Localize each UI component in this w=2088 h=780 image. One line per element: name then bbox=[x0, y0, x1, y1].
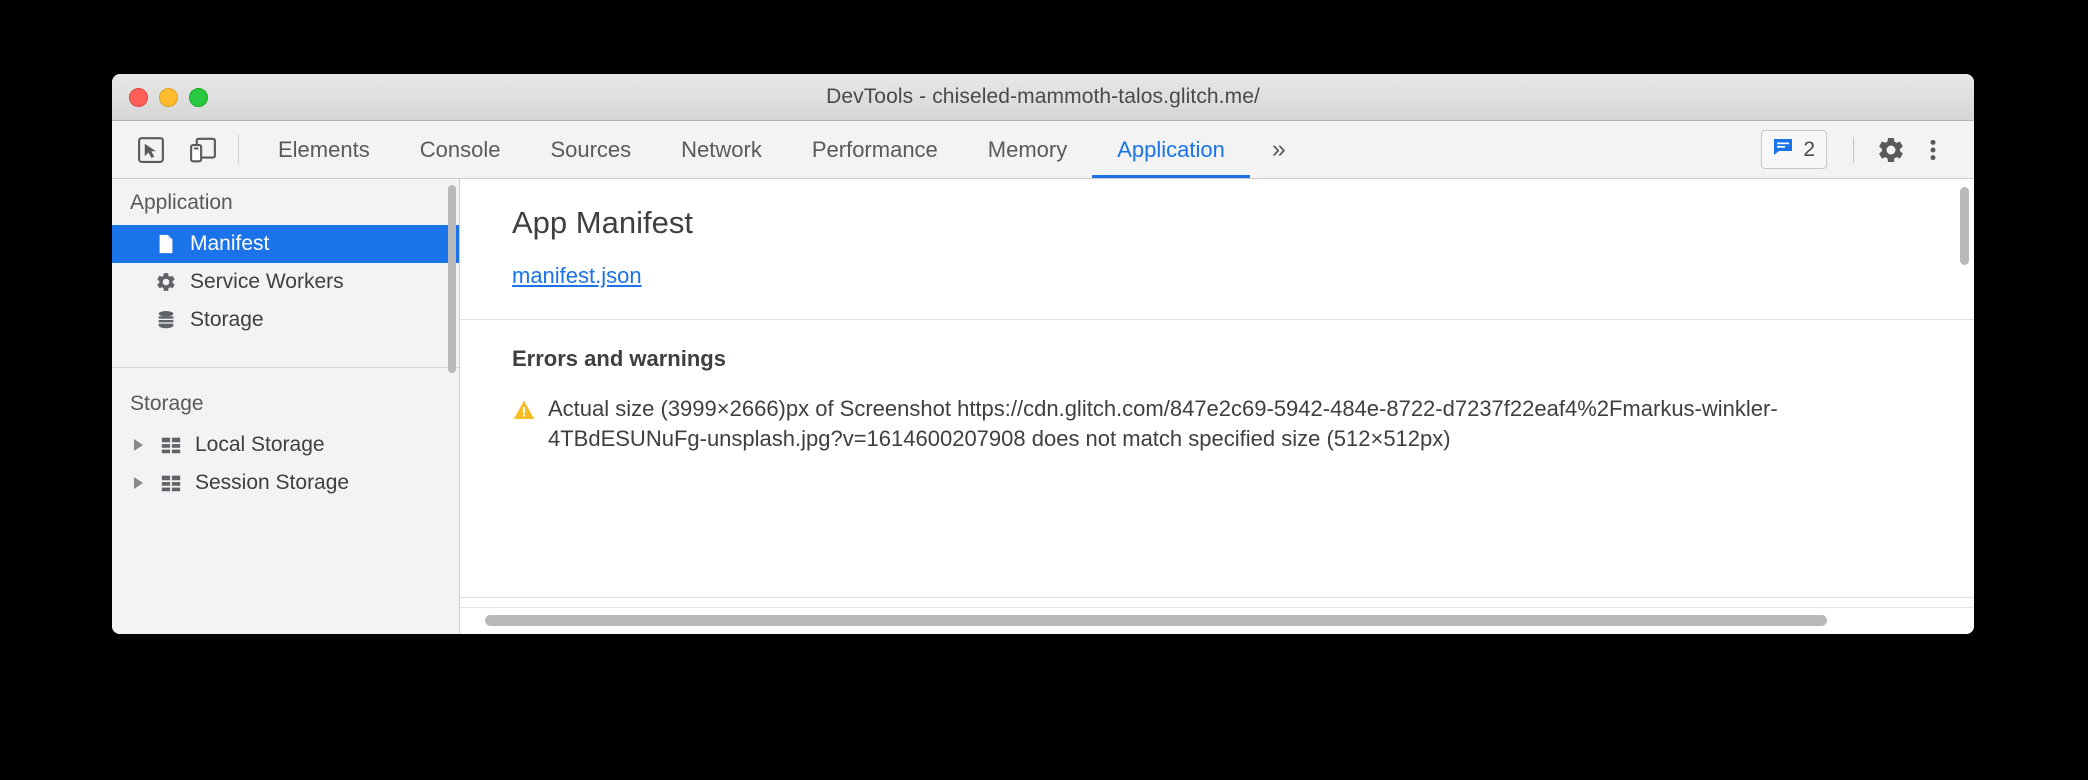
close-button[interactable] bbox=[129, 87, 148, 107]
sidebar-item-service-workers[interactable]: Service Workers bbox=[112, 263, 459, 301]
errors-warnings-block: Errors and warnings Actual size (3999×26… bbox=[460, 320, 1974, 481]
issues-badge[interactable]: 2 bbox=[1761, 130, 1827, 169]
devtools-body: Application Manifest Service Workers Sto… bbox=[112, 179, 1974, 634]
devtools-toolbar: Elements Console Sources Network Perform… bbox=[112, 121, 1974, 179]
tab-network[interactable]: Network bbox=[656, 121, 787, 178]
application-sidebar: Application Manifest Service Workers Sto… bbox=[112, 179, 460, 634]
tab-label: Network bbox=[681, 136, 762, 162]
page-title: App Manifest bbox=[512, 205, 693, 240]
sidebar-item-label: Manifest bbox=[190, 232, 270, 255]
traffic-light-group bbox=[129, 87, 208, 107]
kebab-menu-icon[interactable] bbox=[1914, 131, 1952, 169]
manifest-json-link[interactable]: manifest.json bbox=[512, 263, 642, 288]
document-icon bbox=[154, 232, 178, 256]
minimize-button[interactable] bbox=[159, 87, 178, 107]
sidebar-item-label: Service Workers bbox=[190, 270, 344, 293]
tab-console[interactable]: Console bbox=[395, 121, 526, 178]
toolbar-left-icons bbox=[112, 121, 220, 178]
toolbar-divider-right bbox=[1853, 136, 1854, 163]
manifest-header-block: App Manifest manifest.json bbox=[460, 179, 1974, 320]
table-icon bbox=[159, 433, 183, 457]
tab-elements[interactable]: Elements bbox=[253, 121, 395, 178]
tab-sources[interactable]: Sources bbox=[525, 121, 656, 178]
sidebar-scrollbar[interactable] bbox=[448, 185, 456, 373]
chevron-right-icon[interactable] bbox=[134, 477, 143, 489]
sidebar-item-label: Local Storage bbox=[195, 433, 325, 456]
main-horizontal-scrollbar-thumb[interactable] bbox=[485, 615, 1827, 626]
sidebar-item-label: Storage bbox=[190, 308, 264, 331]
errors-heading: Errors and warnings bbox=[512, 346, 726, 371]
device-toolbar-icon[interactable] bbox=[186, 133, 220, 167]
sidebar-group-storage: Storage Local Storage Session Storage bbox=[112, 367, 459, 512]
sidebar-item-local-storage[interactable]: Local Storage bbox=[112, 426, 459, 464]
tab-performance[interactable]: Performance bbox=[787, 121, 963, 178]
warning-row: Actual size (3999×2666)px of Screenshot … bbox=[512, 394, 1852, 455]
toolbar-divider bbox=[238, 135, 239, 164]
sidebar-group-title: Storage bbox=[130, 392, 204, 415]
tab-label: Memory bbox=[987, 136, 1068, 162]
manifest-panel: App Manifest manifest.json Errors and wa… bbox=[460, 179, 1974, 634]
sidebar-item-storage[interactable]: Storage bbox=[112, 301, 459, 339]
tab-memory[interactable]: Memory bbox=[963, 121, 1092, 178]
issues-count: 2 bbox=[1803, 137, 1815, 161]
window-title: DevTools - chiseled-mammoth-talos.glitch… bbox=[826, 85, 1260, 108]
panel-tabs: Elements Console Sources Network Perform… bbox=[253, 121, 1250, 178]
sidebar-group-application: Application Manifest Service Workers Sto… bbox=[112, 179, 459, 349]
tab-label: Performance bbox=[811, 136, 938, 162]
main-vertical-scrollbar[interactable] bbox=[1960, 187, 1969, 265]
inspect-element-icon[interactable] bbox=[134, 133, 168, 167]
chevron-right-icon[interactable] bbox=[134, 439, 143, 451]
window-titlebar: DevTools - chiseled-mammoth-talos.glitch… bbox=[112, 74, 1974, 121]
warning-message: Actual size (3999×2666)px of Screenshot … bbox=[548, 396, 1778, 452]
chevron-double-right-icon: » bbox=[1271, 135, 1286, 163]
table-icon bbox=[159, 471, 183, 495]
message-icon bbox=[1771, 135, 1795, 164]
tab-label: Application bbox=[1117, 136, 1225, 162]
gear-icon[interactable] bbox=[1872, 131, 1910, 169]
more-tabs-button[interactable]: » bbox=[1250, 121, 1308, 178]
sidebar-group-title: Application bbox=[130, 191, 233, 214]
toolbar-right-icons: 2 bbox=[1761, 121, 1974, 178]
sidebar-item-session-storage[interactable]: Session Storage bbox=[112, 464, 459, 502]
tab-label: Console bbox=[419, 136, 501, 162]
sidebar-item-manifest[interactable]: Manifest bbox=[112, 225, 459, 263]
main-horizontal-scrollbar-track[interactable] bbox=[460, 607, 1974, 634]
panel-divider bbox=[460, 597, 1974, 598]
database-icon bbox=[154, 308, 178, 332]
tab-label: Elements bbox=[278, 136, 370, 162]
devtools-window: DevTools - chiseled-mammoth-talos.glitch… bbox=[112, 74, 1974, 634]
zoom-button[interactable] bbox=[189, 87, 208, 107]
gear-icon bbox=[154, 270, 178, 294]
tab-application[interactable]: Application bbox=[1092, 121, 1250, 178]
tab-label: Sources bbox=[550, 136, 632, 162]
warning-triangle-icon bbox=[512, 394, 536, 455]
sidebar-item-label: Session Storage bbox=[195, 471, 350, 494]
